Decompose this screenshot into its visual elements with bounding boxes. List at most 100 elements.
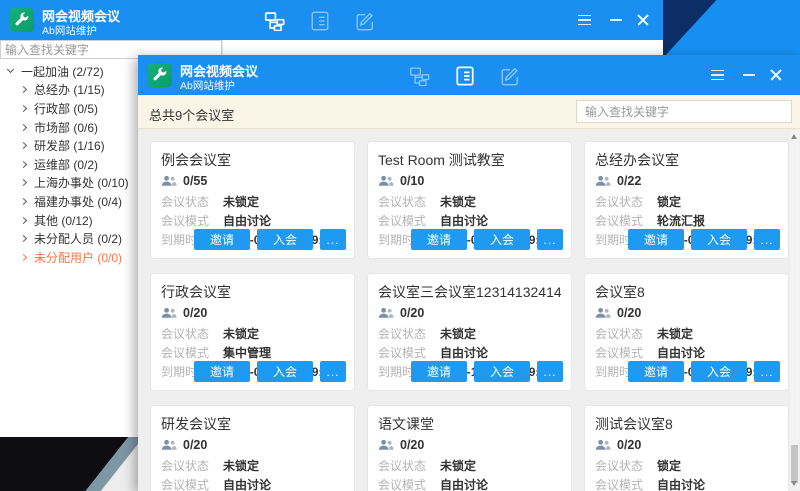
more-button[interactable]: ... bbox=[754, 361, 780, 382]
tree-item[interactable]: 未分配用户 (0/0) bbox=[0, 248, 138, 267]
room-card: 总经办会议室 0/22 会议状态 锁定 bbox=[584, 141, 789, 259]
room-occupancy: 0/20 bbox=[183, 306, 207, 320]
mode-label: 会议模式 bbox=[378, 476, 440, 491]
status-value: 锁定 bbox=[657, 457, 681, 474]
status-value: 未锁定 bbox=[440, 193, 476, 210]
chevron-icon bbox=[20, 254, 27, 261]
tree-item[interactable]: 上海办事处 (0/10) bbox=[0, 174, 138, 193]
join-button[interactable]: 入会 bbox=[257, 361, 313, 382]
room-occupancy: 0/22 bbox=[617, 174, 641, 188]
tree-item[interactable]: 市场部 (0/6) bbox=[0, 118, 138, 137]
close-icon[interactable] bbox=[770, 69, 782, 81]
status-label: 会议状态 bbox=[595, 457, 657, 474]
tree-item-label: 行政部 (0/5) bbox=[34, 100, 98, 117]
join-button[interactable]: 入会 bbox=[257, 229, 313, 250]
tree-item[interactable]: 运维部 (0/2) bbox=[0, 155, 138, 174]
meeting-list-icon[interactable] bbox=[308, 9, 331, 32]
more-button[interactable]: ... bbox=[754, 229, 780, 250]
room-search-input[interactable] bbox=[576, 100, 792, 123]
chevron-icon bbox=[7, 66, 14, 73]
tree-item[interactable]: 一起加油 (2/72) bbox=[0, 62, 138, 81]
room-card: 例会会议室 0/55 会议状态 未锁定 bbox=[150, 141, 355, 259]
people-icon bbox=[595, 307, 611, 319]
compose-icon[interactable] bbox=[353, 9, 376, 32]
people-icon bbox=[378, 307, 394, 319]
room-name: 语文课堂 bbox=[378, 414, 561, 433]
room-name: 研发会议室 bbox=[161, 414, 344, 433]
tree-item-label: 市场部 (0/6) bbox=[34, 119, 98, 136]
invite-button[interactable]: 邀请 bbox=[628, 229, 684, 250]
join-button[interactable]: 入会 bbox=[474, 361, 530, 382]
compose-icon[interactable] bbox=[498, 64, 521, 87]
meeting-list-icon[interactable] bbox=[453, 64, 476, 87]
join-button[interactable]: 入会 bbox=[691, 361, 747, 382]
close-icon[interactable] bbox=[637, 14, 649, 26]
join-button[interactable]: 入会 bbox=[474, 229, 530, 250]
room-occupancy: 0/20 bbox=[617, 438, 641, 452]
status-value: 未锁定 bbox=[223, 193, 259, 210]
more-button[interactable]: ... bbox=[320, 361, 346, 382]
org-tree-icon[interactable] bbox=[263, 9, 286, 32]
join-button[interactable]: 入会 bbox=[691, 229, 747, 250]
more-button[interactable]: ... bbox=[320, 229, 346, 250]
more-button[interactable]: ... bbox=[537, 361, 563, 382]
invite-button[interactable]: 邀请 bbox=[194, 229, 250, 250]
tree-item-label: 研发部 (1/16) bbox=[34, 137, 105, 154]
room-name: 会议室三会议室123141324141三会... bbox=[378, 282, 561, 301]
tree-item[interactable]: 行政部 (0/5) bbox=[0, 99, 138, 118]
app-subtitle: Ab网站维护 bbox=[42, 23, 97, 38]
app-subtitle: Ab网站维护 bbox=[180, 78, 235, 93]
room-name: 会议室8 bbox=[595, 282, 778, 301]
scroll-up-icon[interactable] bbox=[791, 134, 797, 139]
status-label: 会议状态 bbox=[161, 193, 223, 210]
org-tree: 一起加油 (2/72) 总经办 (1/15) 行政部 (0/5) 市场部 (0/… bbox=[0, 62, 138, 267]
invite-button[interactable]: 邀请 bbox=[628, 361, 684, 382]
desktop-wallpaper-bottom-left bbox=[0, 437, 138, 491]
invite-button[interactable]: 邀请 bbox=[411, 361, 467, 382]
tree-item[interactable]: 研发部 (1/16) bbox=[0, 136, 138, 155]
people-icon bbox=[161, 439, 177, 451]
room-occupancy: 0/20 bbox=[400, 438, 424, 452]
mode-value: 自由讨论 bbox=[440, 344, 488, 361]
people-icon bbox=[595, 439, 611, 451]
app-logo bbox=[10, 8, 34, 32]
menu-icon[interactable] bbox=[573, 9, 595, 31]
menu-icon[interactable] bbox=[706, 64, 728, 86]
back-titlebar: 网会视频会议 Ab网站维护 bbox=[0, 0, 663, 40]
invite-button[interactable]: 邀请 bbox=[411, 229, 467, 250]
tree-item-label: 其他 (0/12) bbox=[34, 212, 93, 229]
tree-item[interactable]: 福建办事处 (0/4) bbox=[0, 192, 138, 211]
tree-item[interactable]: 未分配人员 (0/2) bbox=[0, 229, 138, 248]
room-occupancy: 0/20 bbox=[400, 306, 424, 320]
room-occupancy: 0/55 bbox=[183, 174, 207, 188]
chevron-icon bbox=[20, 161, 27, 168]
minimize-icon[interactable] bbox=[605, 9, 627, 31]
room-card: 测试会议室8 0/20 会议状态 锁定 bbox=[584, 405, 789, 491]
people-icon bbox=[378, 175, 394, 187]
tree-item-label: 总经办 (1/15) bbox=[34, 81, 105, 98]
chevron-icon bbox=[20, 142, 27, 149]
chevron-icon bbox=[20, 124, 27, 131]
room-occupancy: 0/20 bbox=[617, 306, 641, 320]
meeting-rooms-window: 网会视频会议 Ab网站维护 bbox=[138, 55, 800, 491]
tree-item[interactable]: 其他 (0/12) bbox=[0, 211, 138, 230]
status-label: 会议状态 bbox=[595, 193, 657, 210]
room-name: Test Room 测试教室 bbox=[378, 150, 561, 169]
vertical-scrollbar[interactable] bbox=[790, 130, 799, 490]
people-icon bbox=[595, 175, 611, 187]
status-label: 会议状态 bbox=[378, 193, 440, 210]
status-value: 未锁定 bbox=[657, 325, 693, 342]
org-tree-icon[interactable] bbox=[408, 64, 431, 87]
invite-button[interactable]: 邀请 bbox=[194, 361, 250, 382]
more-button[interactable]: ... bbox=[537, 229, 563, 250]
scrollbar-thumb[interactable] bbox=[791, 445, 798, 483]
screen: 网会视频会议 Ab网站维护 bbox=[0, 0, 800, 491]
mode-value: 自由讨论 bbox=[440, 212, 488, 229]
room-occupancy: 0/20 bbox=[183, 438, 207, 452]
scroll-down-icon[interactable] bbox=[791, 481, 797, 486]
wrench-icon bbox=[13, 11, 31, 29]
mode-value: 轮流汇报 bbox=[657, 212, 705, 229]
minimize-icon[interactable] bbox=[738, 64, 760, 86]
tree-item[interactable]: 总经办 (1/15) bbox=[0, 81, 138, 100]
mode-label: 会议模式 bbox=[161, 344, 223, 361]
